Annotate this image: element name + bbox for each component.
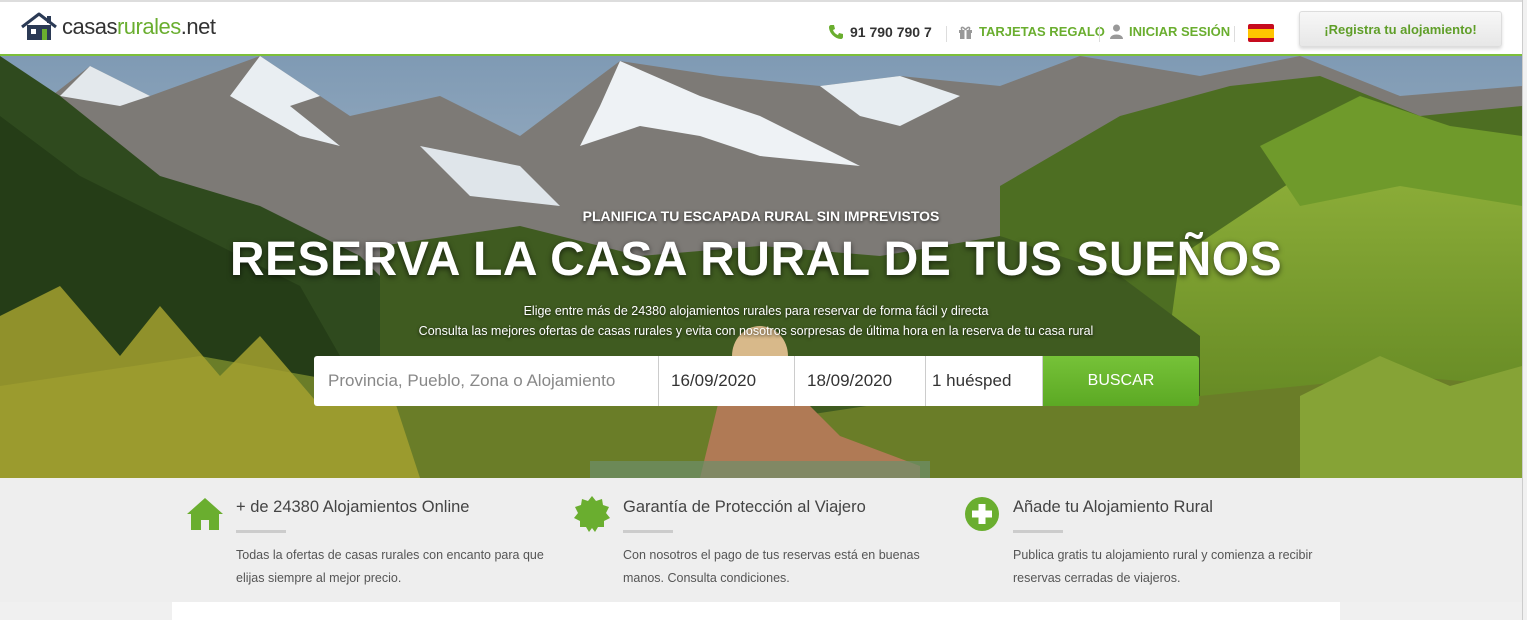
checkin-date-field[interactable]: 16/09/2020 [659, 356, 795, 406]
nav-divider [946, 26, 947, 42]
destination-field[interactable] [314, 356, 659, 406]
nav-divider [1234, 26, 1235, 42]
scrollbar[interactable] [1522, 0, 1527, 620]
hero-kicker: PLANIFICA TU ESCAPADA RURAL SIN IMPREVIS… [582, 208, 940, 224]
gift-cards-label: TARJETAS REGALO [979, 24, 1105, 39]
destination-input[interactable] [328, 371, 648, 391]
feature-description: Publica gratis tu alojamiento rural y co… [1013, 548, 1313, 585]
badge-icon [574, 496, 610, 532]
register-property-button[interactable]: ¡Registra tu alojamiento! [1299, 11, 1502, 47]
features-strip: + de 24380 Alojamientos Online Todas la … [0, 478, 1522, 602]
feature-description: Con nosotros el pago de tus reservas est… [623, 548, 920, 585]
spain-flag-icon[interactable] [1248, 24, 1274, 42]
logo-wordmark: casasrurales.net [62, 14, 216, 39]
user-icon [1110, 24, 1123, 39]
feature-title: + de 24380 Alojamientos Online [236, 498, 470, 516]
feature-title: Garantía de Protección al Viajero [623, 498, 866, 516]
hero-title: RESERVA LA CASA RURAL DE TUS SUEÑOS [229, 233, 1283, 286]
gift-icon [959, 26, 972, 39]
feature-divider [623, 530, 673, 533]
phone-link[interactable]: 91 790 790 7 [828, 24, 932, 40]
checkout-date-field[interactable]: 18/09/2020 [795, 356, 926, 406]
login-link[interactable]: INICIAR SESIÓN [1110, 24, 1230, 39]
hero-description-line-1: Elige entre más de 24380 alojamientos ru… [523, 304, 989, 318]
content-start [172, 602, 1340, 620]
nav-divider [1099, 26, 1100, 42]
hero-banner: PLANIFICA TU ESCAPADA RURAL SIN IMPREVIS… [0, 56, 1522, 478]
site-header: casasrurales.net 91 790 790 7 TARJETAS R… [0, 0, 1522, 56]
house-icon [187, 498, 223, 530]
plus-circle-icon [965, 497, 999, 531]
guests-field[interactable]: 1 huésped [926, 356, 1043, 406]
login-label: INICIAR SESIÓN [1129, 24, 1231, 39]
search-button[interactable]: BUSCAR [1043, 356, 1199, 406]
gift-cards-link[interactable]: TARJETAS REGALO [958, 24, 1105, 39]
site-logo[interactable]: casasrurales.net [20, 12, 216, 42]
phone-number: 91 790 790 7 [850, 24, 932, 40]
logo-house-icon [21, 12, 57, 40]
feature-divider [236, 530, 286, 533]
feature-divider [1013, 530, 1063, 533]
search-form: 16/09/2020 18/09/2020 1 huésped BUSCAR [314, 356, 1199, 406]
feature-title: Añade tu Alojamiento Rural [1013, 498, 1213, 516]
feature-description: Todas la ofertas de casas rurales con en… [236, 548, 544, 585]
hero-description-line-2: Consulta las mejores ofertas de casas ru… [418, 324, 1094, 338]
phone-icon [829, 25, 843, 39]
